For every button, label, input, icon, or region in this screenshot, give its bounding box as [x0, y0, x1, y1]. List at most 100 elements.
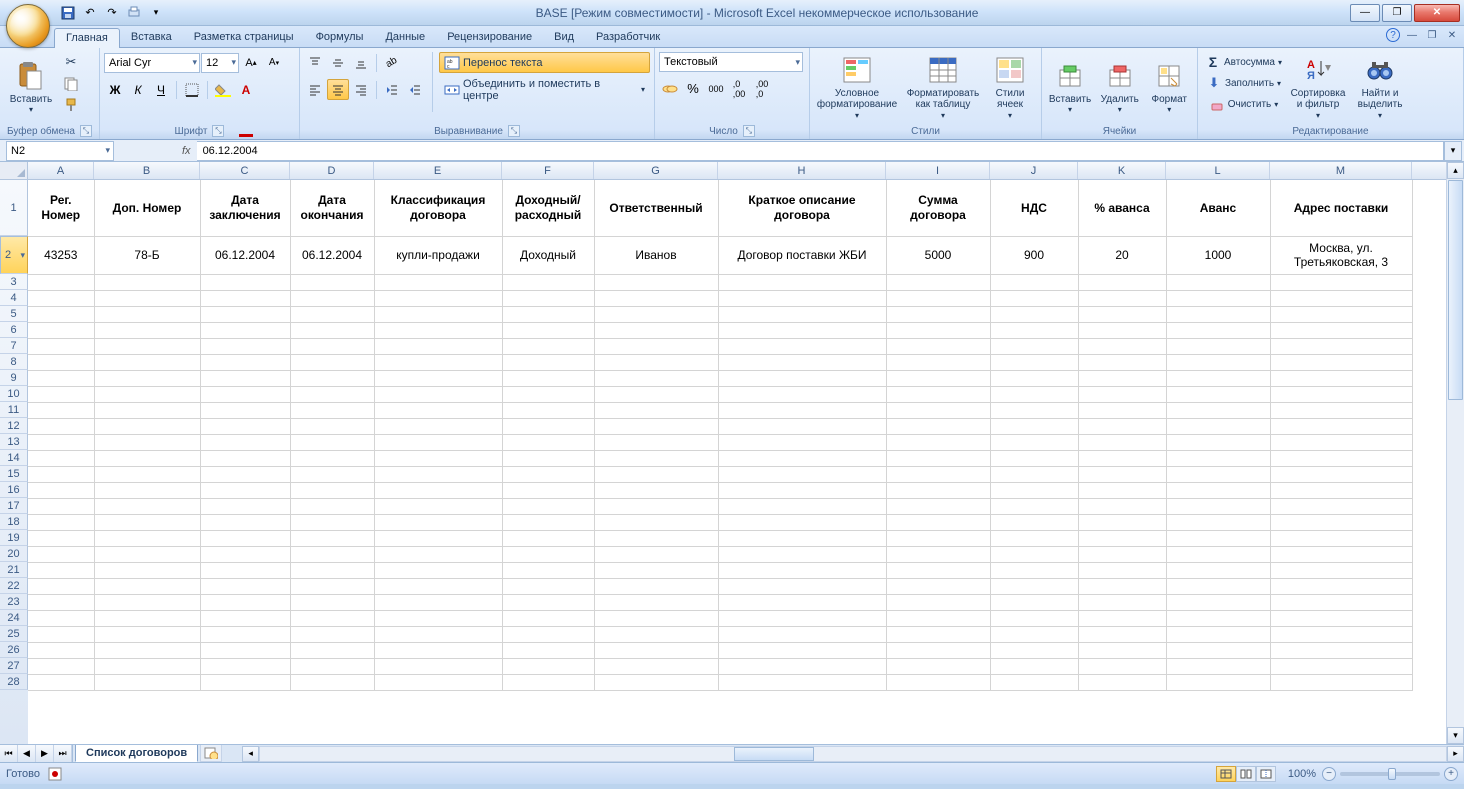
cell[interactable]: [502, 466, 594, 482]
cell[interactable]: [718, 482, 886, 498]
tab-review[interactable]: Рецензирование: [436, 28, 543, 47]
row-header[interactable]: 26: [0, 642, 28, 658]
cell[interactable]: [990, 578, 1078, 594]
font-launcher-icon[interactable]: ⤡: [212, 125, 224, 137]
cell[interactable]: [1166, 386, 1270, 402]
cell[interactable]: [718, 642, 886, 658]
font-color-button[interactable]: A: [235, 79, 257, 100]
cell[interactable]: [200, 418, 290, 434]
cell[interactable]: [718, 450, 886, 466]
cell[interactable]: [28, 626, 94, 642]
cell[interactable]: [94, 466, 200, 482]
cell[interactable]: [886, 322, 990, 338]
cell[interactable]: [1166, 562, 1270, 578]
cell[interactable]: [94, 402, 200, 418]
align-bottom-button[interactable]: [350, 52, 372, 73]
cell[interactable]: [1166, 578, 1270, 594]
cell[interactable]: 900: [990, 236, 1078, 274]
close-button[interactable]: ✕: [1414, 4, 1460, 22]
cell[interactable]: [200, 322, 290, 338]
undo-icon[interactable]: ↶: [80, 3, 100, 23]
help-icon[interactable]: ?: [1386, 28, 1400, 42]
cell[interactable]: [990, 354, 1078, 370]
cell[interactable]: [1166, 610, 1270, 626]
cell[interactable]: [502, 418, 594, 434]
row-header[interactable]: 4: [0, 290, 28, 306]
cell[interactable]: [990, 274, 1078, 290]
align-center-button[interactable]: [327, 79, 349, 100]
cell[interactable]: [990, 562, 1078, 578]
cell[interactable]: [886, 482, 990, 498]
cell[interactable]: [1078, 306, 1166, 322]
cell[interactable]: [1270, 514, 1412, 530]
cell[interactable]: [28, 642, 94, 658]
cell[interactable]: [1078, 626, 1166, 642]
cell[interactable]: НДС: [990, 180, 1078, 236]
cell[interactable]: [502, 434, 594, 450]
zoom-level[interactable]: 100%: [1288, 768, 1316, 780]
cell[interactable]: [28, 290, 94, 306]
mdi-restore-icon[interactable]: ❐: [1424, 28, 1440, 42]
cell[interactable]: [28, 450, 94, 466]
cell[interactable]: [990, 530, 1078, 546]
cell[interactable]: Адрес поставки: [1270, 180, 1412, 236]
cell[interactable]: [1078, 674, 1166, 690]
cell[interactable]: [502, 514, 594, 530]
cell[interactable]: [1078, 322, 1166, 338]
cell[interactable]: Аванс: [1166, 180, 1270, 236]
cell[interactable]: [990, 642, 1078, 658]
row-header[interactable]: 13: [0, 434, 28, 450]
select-all-button[interactable]: [0, 162, 28, 180]
mdi-close-icon[interactable]: ✕: [1444, 28, 1460, 42]
cell[interactable]: [94, 338, 200, 354]
redo-icon[interactable]: ↷: [102, 3, 122, 23]
column-header[interactable]: J: [990, 162, 1078, 179]
cell[interactable]: [990, 674, 1078, 690]
cell[interactable]: [990, 290, 1078, 306]
cell[interactable]: [1270, 450, 1412, 466]
cell[interactable]: [1270, 498, 1412, 514]
cell[interactable]: [200, 578, 290, 594]
cell[interactable]: [28, 674, 94, 690]
cell[interactable]: [502, 578, 594, 594]
cell[interactable]: [94, 418, 200, 434]
cell[interactable]: [502, 562, 594, 578]
column-header[interactable]: A: [28, 162, 94, 179]
cell-styles-button[interactable]: Стили ячеек▾: [986, 52, 1034, 122]
expand-formula-icon[interactable]: ▾: [1444, 141, 1462, 161]
cell[interactable]: [1166, 498, 1270, 514]
cell[interactable]: [886, 530, 990, 546]
cell[interactable]: [200, 546, 290, 562]
cell[interactable]: [886, 610, 990, 626]
cell[interactable]: [1166, 658, 1270, 674]
row-header[interactable]: 28: [0, 674, 28, 690]
cell[interactable]: [502, 354, 594, 370]
cell[interactable]: [290, 610, 374, 626]
row-header[interactable]: 23: [0, 594, 28, 610]
cell[interactable]: [374, 578, 502, 594]
cell[interactable]: [718, 402, 886, 418]
cell[interactable]: [94, 594, 200, 610]
cell[interactable]: Москва, ул. Третьяковская, 3: [1270, 236, 1412, 274]
row-header[interactable]: 16: [0, 482, 28, 498]
cell[interactable]: [990, 418, 1078, 434]
cell[interactable]: [1166, 274, 1270, 290]
cell[interactable]: [1270, 418, 1412, 434]
last-sheet-icon[interactable]: ⏭: [54, 745, 72, 762]
cell[interactable]: [1166, 642, 1270, 658]
cell[interactable]: [1078, 290, 1166, 306]
cell[interactable]: [718, 658, 886, 674]
cell[interactable]: [1078, 370, 1166, 386]
cell[interactable]: [990, 306, 1078, 322]
cell[interactable]: [374, 450, 502, 466]
number-launcher-icon[interactable]: ⤡: [743, 125, 755, 137]
cell[interactable]: [502, 626, 594, 642]
cell[interactable]: [94, 530, 200, 546]
cell[interactable]: [886, 594, 990, 610]
cell[interactable]: [290, 514, 374, 530]
cell[interactable]: [28, 466, 94, 482]
cell[interactable]: [990, 434, 1078, 450]
cell[interactable]: [94, 434, 200, 450]
cell[interactable]: [1166, 674, 1270, 690]
cell[interactable]: [886, 434, 990, 450]
